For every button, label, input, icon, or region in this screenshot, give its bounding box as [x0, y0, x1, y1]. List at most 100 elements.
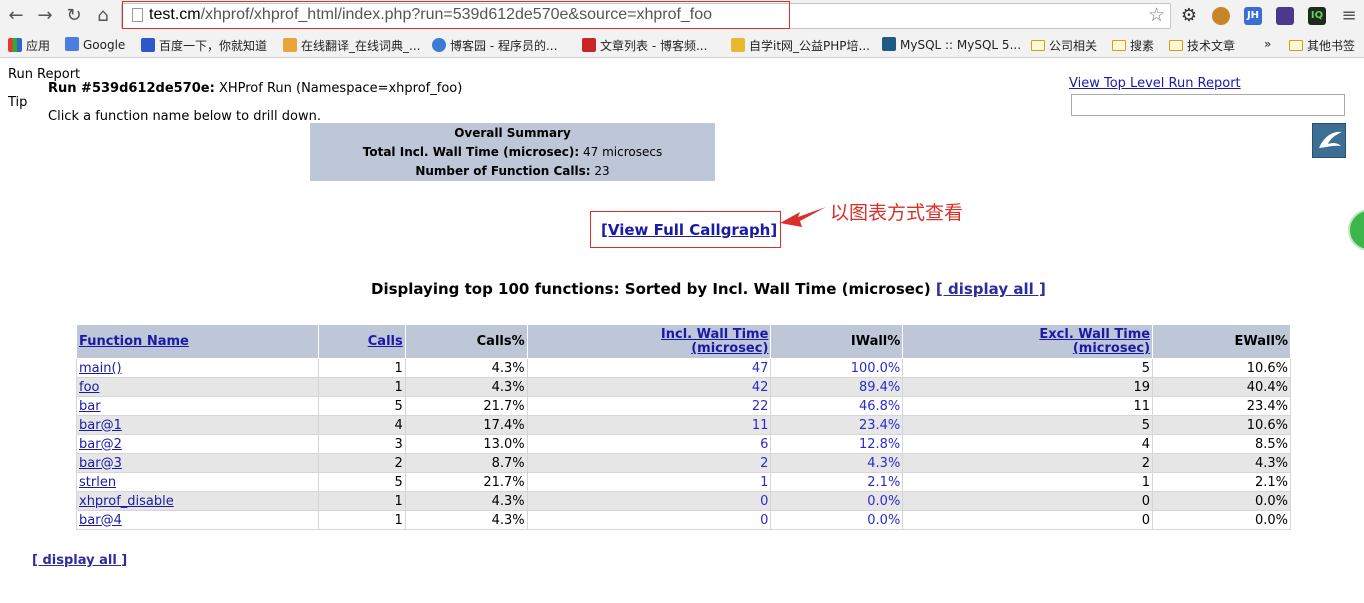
cell-calls: 5 [317, 396, 406, 416]
jh-extension-icon[interactable]: JH [1244, 7, 1262, 25]
table-row: main() 1 4.3% 47 100.0% 5 10.6% [76, 358, 1291, 378]
translate-icon [283, 38, 297, 52]
cell-calls: 1 [317, 510, 406, 530]
cell-function-name[interactable]: xhprof_disable [76, 491, 319, 511]
function-link[interactable]: bar@1 [79, 418, 122, 433]
display-all-link[interactable]: [ display all ] [936, 280, 1046, 298]
home-icon[interactable]: ⌂ [92, 5, 114, 27]
menu-icon[interactable]: ≡ [1338, 5, 1360, 27]
run-report-label: Run Report [8, 67, 81, 82]
cell-excl-wall: 4 [902, 434, 1154, 454]
table-header-row: Function Name Calls Calls% Incl. Wall Ti… [76, 324, 1291, 359]
col-incl-wall[interactable]: Incl. Wall Time (microsec) [526, 324, 772, 359]
table-row: xhprof_disable 1 4.3% 0 0.0% 0 0.0% [76, 491, 1291, 511]
bookmark-star-icon[interactable]: ☆ [1148, 4, 1165, 26]
function-link[interactable]: bar [79, 399, 101, 414]
cell-function-name[interactable]: bar [76, 396, 319, 416]
bookmark-cnblogs[interactable]: 博客园 - 程序员的... [432, 37, 557, 54]
cell-calls: 5 [317, 472, 406, 492]
forward-icon[interactable]: → [34, 5, 56, 27]
cell-calls-pct: 4.3% [404, 377, 528, 397]
cell-function-name[interactable]: bar@2 [76, 434, 319, 454]
function-link[interactable]: xhprof_disable [79, 494, 174, 509]
function-link[interactable]: foo [79, 380, 99, 395]
cell-calls-pct: 21.7% [404, 396, 528, 416]
table-row: bar 5 21.7% 22 46.8% 11 23.4% [76, 396, 1291, 416]
bookmark-folder-company[interactable]: 公司相关 [1031, 37, 1097, 54]
cell-incl-wall: 42 [526, 377, 772, 397]
side-floating-badge-icon[interactable] [1348, 209, 1364, 251]
browser-chrome: ← → ↻ ⌂ test.cm/xhprof/xhprof_html/index… [0, 0, 1364, 58]
cell-ewall-pct: 0.0% [1152, 491, 1291, 511]
bookmark-google[interactable]: Google [65, 37, 125, 52]
cnblogs-icon [432, 38, 446, 52]
bookmark-csdn[interactable]: 文章列表 - 博客频... [582, 37, 707, 54]
reload-icon[interactable]: ↻ [63, 5, 85, 27]
bookmark-mysql[interactable]: MySQL :: MySQL 5... [882, 37, 1021, 52]
cell-function-name[interactable]: strlen [76, 472, 319, 492]
mysql-icon [882, 37, 896, 51]
cell-iwall-pct: 89.4% [770, 377, 904, 397]
iq-extension-icon[interactable]: IQ [1308, 7, 1326, 25]
bookmark-folder-search[interactable]: 搜素 [1112, 37, 1154, 54]
annotation-text: 以图表方式查看 [830, 202, 964, 224]
col-calls-pct: Calls% [404, 324, 528, 359]
cell-function-name[interactable]: bar@3 [76, 453, 319, 473]
col-function-name[interactable]: Function Name [76, 324, 319, 359]
function-link[interactable]: bar@4 [79, 513, 122, 528]
bookmark-overflow[interactable]: » [1264, 37, 1271, 51]
top-level-input[interactable] [1071, 94, 1345, 116]
folder-icon [1289, 40, 1303, 51]
cell-function-name[interactable]: bar@1 [76, 415, 319, 435]
function-link[interactable]: main() [79, 361, 122, 376]
gear-icon[interactable]: ⚙ [1178, 5, 1200, 27]
cell-ewall-pct: 40.4% [1152, 377, 1291, 397]
google-icon [65, 37, 79, 51]
view-full-callgraph-link[interactable]: [View Full Callgraph] [601, 221, 777, 239]
cell-excl-wall: 5 [902, 415, 1154, 435]
summary-calls-row: Number of Function Calls: 23 [415, 164, 610, 178]
function-link[interactable]: strlen [79, 475, 116, 490]
chart-extension-icon[interactable] [1276, 7, 1294, 25]
cell-excl-wall: 1 [902, 472, 1154, 492]
bookmark-zixue[interactable]: 自学it网_公益PHP培... [731, 37, 870, 54]
col-excl-wall[interactable]: Excl. Wall Time (microsec) [902, 324, 1154, 359]
cell-ewall-pct: 8.5% [1152, 434, 1291, 454]
table-row: strlen 5 21.7% 1 2.1% 1 2.1% [76, 472, 1291, 492]
cookie-extension-icon[interactable] [1212, 7, 1230, 25]
back-icon[interactable]: ← [5, 5, 27, 27]
function-link[interactable]: bar@2 [79, 437, 122, 452]
cell-excl-wall: 0 [902, 510, 1154, 530]
cell-calls-pct: 13.0% [404, 434, 528, 454]
bird-logo-icon [1312, 123, 1346, 158]
cell-incl-wall: 47 [526, 358, 772, 378]
folder-icon [1112, 40, 1126, 51]
bookmark-folder-other[interactable]: 其他书签 [1289, 37, 1355, 54]
cell-calls-pct: 17.4% [404, 415, 528, 435]
col-calls[interactable]: Calls [317, 324, 406, 359]
csdn-icon [582, 38, 596, 52]
function-link[interactable]: bar@3 [79, 456, 122, 471]
bookmark-translate[interactable]: 在线翻译_在线词典_... [283, 37, 420, 54]
cell-incl-wall: 6 [526, 434, 772, 454]
cell-calls: 4 [317, 415, 406, 435]
cell-calls: 1 [317, 491, 406, 511]
cell-excl-wall: 11 [902, 396, 1154, 416]
cell-excl-wall: 5 [902, 358, 1154, 378]
overflow-icon: » [1264, 37, 1272, 51]
cell-ewall-pct: 4.3% [1152, 453, 1291, 473]
run-desc: XHProf Run (Namespace=xhprof_foo) [218, 81, 463, 96]
cell-function-name[interactable]: bar@4 [76, 510, 319, 530]
cell-function-name[interactable]: main() [76, 358, 319, 378]
bookmark-baidu[interactable]: 百度一下，你就知道 [141, 37, 267, 54]
cell-incl-wall: 11 [526, 415, 772, 435]
bookmark-folder-tech[interactable]: 技术文章 [1169, 37, 1235, 54]
bookmark-apps[interactable]: 应用 [8, 37, 50, 54]
cell-iwall-pct: 23.4% [770, 415, 904, 435]
cell-incl-wall: 2 [526, 453, 772, 473]
cell-function-name[interactable]: foo [76, 377, 319, 397]
top-level-run-report-link[interactable]: View Top Level Run Report [1069, 76, 1241, 91]
display-all-link-bottom[interactable]: [ display all ] [32, 553, 127, 568]
col-iwall-pct: IWall% [770, 324, 904, 359]
table-row: foo 1 4.3% 42 89.4% 19 40.4% [76, 377, 1291, 397]
